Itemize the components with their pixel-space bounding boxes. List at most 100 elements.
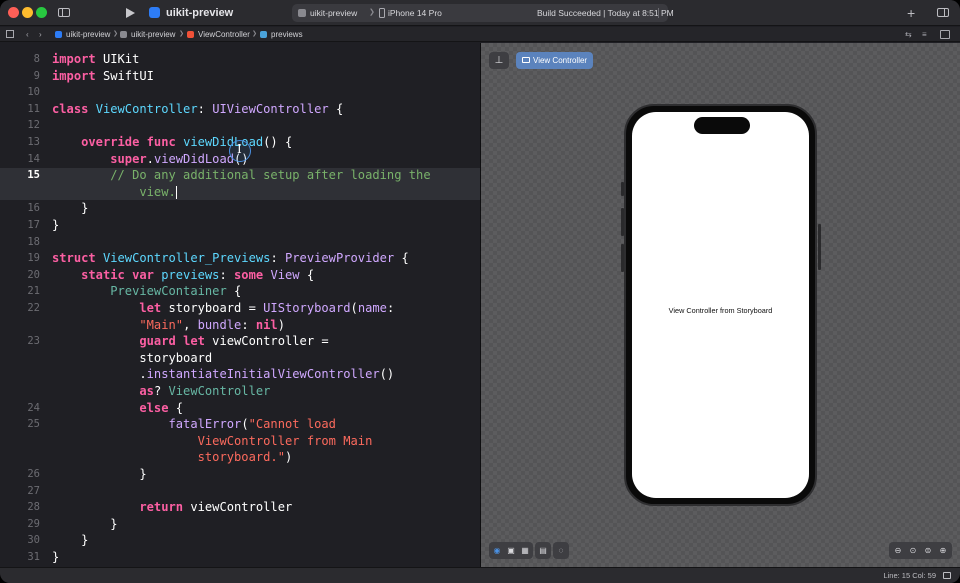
line-number: 25 — [0, 416, 40, 433]
code-line[interactable]: .instantiateInitialViewController() — [0, 366, 480, 383]
jump-bar-project[interactable]: uikit-preview — [66, 27, 110, 42]
jump-bar-file[interactable]: ViewController — [198, 27, 250, 42]
code-text: } — [52, 549, 59, 566]
code-text: super.viewDidLoad() — [52, 151, 249, 168]
code-line[interactable]: 19struct ViewController_Previews: Previe… — [0, 250, 480, 267]
back-icon[interactable]: ‹ — [26, 27, 29, 42]
zoom-fit-icon[interactable]: ⊜ — [923, 546, 933, 556]
line-number: 20 — [0, 267, 40, 284]
code-line[interactable]: 31} — [0, 549, 480, 566]
maximize-window-button[interactable] — [36, 7, 47, 18]
zoom-in-icon[interactable]: ⊕ — [938, 546, 948, 556]
pin-preview-button[interactable]: ⊥ — [489, 52, 509, 69]
code-line[interactable]: 18 — [0, 234, 480, 251]
project-icon — [55, 31, 62, 38]
code-line[interactable]: 20 static var previews: some View { — [0, 267, 480, 284]
code-line[interactable]: 29 } — [0, 516, 480, 533]
code-text: } — [52, 516, 118, 533]
code-line[interactable]: 24 else { — [0, 400, 480, 417]
phone-screen: View Controller from Storyboard — [632, 112, 809, 498]
inspector-toggle-icon[interactable] — [937, 8, 949, 17]
chevron-right-icon: ❯ — [252, 27, 257, 42]
code-text: "Main", bundle: nil) — [52, 317, 285, 334]
activity-viewer: uikit-preview ❯ iPhone 14 Pro Build Succ… — [292, 4, 668, 22]
project-title: uikit-preview — [166, 0, 233, 26]
code-text: PreviewContainer { — [52, 283, 241, 300]
code-line[interactable]: 16 } — [0, 200, 480, 217]
build-status: Build Succeeded | Today at 8:51 PM — [537, 4, 674, 22]
line-number: 18 — [0, 234, 40, 251]
line-number: 30 — [0, 532, 40, 549]
line-number: 24 — [0, 400, 40, 417]
code-line[interactable]: 22 let storyboard = UIStoryboard(name: — [0, 300, 480, 317]
code-line[interactable]: storyboard — [0, 350, 480, 367]
device-settings-icon[interactable]: ▤ — [538, 546, 548, 556]
zoom-controls: ⊖ ⊙ ⊜ ⊕ — [889, 542, 952, 559]
code-line[interactable]: 23 guard let viewController = — [0, 333, 480, 350]
zoom-100-icon[interactable]: ⊙ — [908, 546, 918, 556]
zoom-out-icon[interactable]: ⊖ — [893, 546, 903, 556]
app-icon — [149, 7, 160, 18]
code-line[interactable]: 21 PreviewContainer { — [0, 283, 480, 300]
grid-icon[interactable]: ▦ — [520, 546, 530, 556]
jump-bar-folder[interactable]: uikit-preview — [131, 27, 175, 42]
scheme-selector[interactable]: uikit-preview — [310, 4, 357, 22]
debug-area-toggle-icon[interactable] — [943, 572, 951, 579]
source-editor[interactable]: 8import UIKit9import SwiftUI1011class Vi… — [0, 43, 480, 567]
code-line[interactable]: view. — [0, 184, 480, 201]
code-line[interactable]: 12 — [0, 117, 480, 134]
add-library-button[interactable]: + — [907, 0, 915, 26]
device-selector[interactable]: iPhone 14 Pro — [388, 4, 442, 22]
orientation-icon[interactable]: ◌ — [556, 546, 566, 556]
code-line[interactable]: ViewController from Main — [0, 433, 480, 450]
power-button — [818, 224, 821, 270]
code-line[interactable]: "Main", bundle: nil) — [0, 317, 480, 334]
iphone-device-frame: View Controller from Storyboard — [624, 104, 817, 506]
preview-canvas[interactable]: ⊥ View Controller View Controller from S… — [481, 43, 960, 567]
code-line[interactable]: 26 } — [0, 466, 480, 483]
editor-options-icon[interactable]: ⇆ — [905, 27, 912, 42]
volume-up-button — [621, 208, 624, 236]
menu-lines-icon[interactable]: ≡ — [922, 27, 927, 42]
toolbar: uikit-preview uikit-preview ❯ iPhone 14 … — [0, 0, 960, 26]
line-number: 28 — [0, 499, 40, 516]
cursor-position: Line: 15 Col: 59 — [883, 568, 936, 583]
line-number: 21 — [0, 283, 40, 300]
code-line[interactable]: 27 — [0, 483, 480, 500]
code-line[interactable]: 8import UIKit — [0, 51, 480, 68]
line-number: 13 — [0, 134, 40, 151]
variant-icon[interactable]: ▣ — [506, 546, 516, 556]
code-line[interactable]: 30 } — [0, 532, 480, 549]
xcode-window: uikit-preview uikit-preview ❯ iPhone 14 … — [0, 0, 960, 583]
text-caret — [176, 186, 177, 199]
related-items-icon[interactable] — [6, 30, 14, 38]
code-line[interactable]: 17} — [0, 217, 480, 234]
line-number: 9 — [0, 68, 40, 85]
activity-divider — [658, 8, 659, 18]
code-line[interactable]: as? ViewController — [0, 383, 480, 400]
code-text: fatalError("Cannot load — [52, 416, 336, 433]
code-line[interactable]: 10 — [0, 84, 480, 101]
code-text: let storyboard = UIStoryboard(name: — [52, 300, 394, 317]
run-button[interactable] — [126, 8, 135, 18]
code-line[interactable]: 9import SwiftUI — [0, 68, 480, 85]
code-line[interactable]: 28 return viewController — [0, 499, 480, 516]
minimize-window-button[interactable] — [22, 7, 33, 18]
silent-switch — [621, 182, 624, 196]
code-line[interactable]: 15 // Do any additional setup after load… — [0, 167, 480, 184]
split-editor-icon[interactable] — [940, 30, 950, 39]
screen-label: View Controller from Storyboard — [632, 306, 809, 315]
view-controller-preview-tab[interactable]: View Controller — [516, 52, 593, 69]
code-line[interactable]: 25 fatalError("Cannot load — [0, 416, 480, 433]
code-line[interactable]: storyboard.") — [0, 449, 480, 466]
line-number: 11 — [0, 101, 40, 118]
forward-icon[interactable]: › — [39, 27, 42, 42]
navigator-toggle-icon[interactable] — [58, 8, 70, 17]
chevron-right-icon: ❯ — [113, 27, 118, 42]
close-window-button[interactable] — [8, 7, 19, 18]
jump-bar-symbol[interactable]: previews — [271, 27, 303, 42]
code-text: override func viewDidLoad() { — [52, 134, 292, 151]
live-icon[interactable]: ◉ — [492, 546, 502, 556]
code-line[interactable]: 11class ViewController: UIViewController… — [0, 101, 480, 118]
code-text: // Do any additional setup after loading… — [52, 167, 431, 184]
